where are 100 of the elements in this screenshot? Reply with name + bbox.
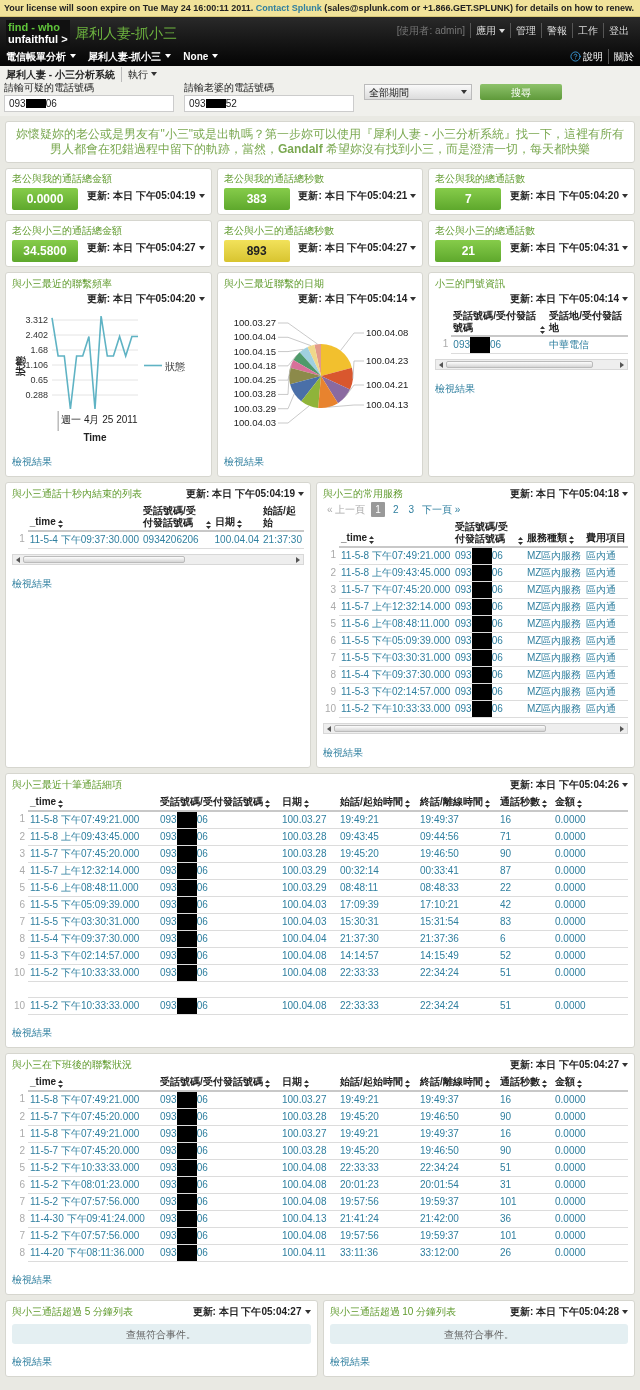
- view-results-link[interactable]: 檢視結果: [12, 578, 52, 589]
- sort-icon[interactable]: [58, 800, 64, 808]
- sort-icon[interactable]: [304, 1080, 309, 1088]
- updated-time: 更新: 本日 下午05:04:19: [86, 189, 196, 203]
- phone-prefix: 093: [454, 566, 472, 580]
- top-link[interactable]: 登出: [609, 23, 629, 38]
- nav-menu[interactable]: 電信帳單分析: [6, 48, 66, 64]
- column-header[interactable]: 受話號碼/受付發話號碼: [453, 310, 539, 334]
- top-link[interactable]: 管理: [516, 23, 536, 38]
- sort-icon[interactable]: [517, 537, 523, 545]
- row-number: 6: [330, 634, 336, 646]
- horizontal-scrollbar[interactable]: [323, 723, 628, 734]
- phone-prefix: 093: [160, 1127, 177, 1141]
- view-results-link[interactable]: 檢視結果: [12, 1274, 52, 1285]
- redaction-bar: [176, 1160, 197, 1176]
- sort-icon[interactable]: [542, 1080, 547, 1088]
- top-link[interactable]: 警報: [547, 23, 567, 38]
- column-header[interactable]: 受話號碼/受付發話號碼: [454, 521, 516, 545]
- sort-icon[interactable]: [369, 536, 375, 544]
- row-number: 1: [330, 549, 336, 560]
- column-header[interactable]: 費用項目: [585, 532, 626, 544]
- top-link[interactable]: 應用: [476, 23, 496, 38]
- nav-menu[interactable]: 犀利人妻-抓小三: [88, 48, 162, 64]
- sort-icon[interactable]: [577, 1080, 582, 1088]
- column-header[interactable]: 日期: [214, 516, 235, 528]
- app-logo[interactable]: find - who unfaithful >: [6, 20, 70, 46]
- sort-icon[interactable]: [577, 800, 582, 808]
- caret-icon: [165, 54, 172, 58]
- table-cell: 0.0000: [555, 1213, 586, 1224]
- column-header[interactable]: 終話/離線時間: [420, 1076, 483, 1088]
- sort-icon[interactable]: [484, 1080, 490, 1088]
- sort-icon[interactable]: [404, 1080, 410, 1088]
- column-header[interactable]: 受話地/受付發話地: [549, 310, 626, 334]
- sort-icon[interactable]: [264, 1080, 270, 1088]
- table-cell: 16: [500, 1128, 512, 1139]
- sort-icon[interactable]: [205, 521, 211, 529]
- sort-icon[interactable]: [304, 800, 309, 808]
- page-link[interactable]: 3: [406, 501, 417, 517]
- time-range-select[interactable]: 全部期間: [364, 84, 472, 100]
- about-link[interactable]: 關於: [608, 48, 634, 64]
- column-header[interactable]: 金額: [555, 1076, 575, 1088]
- table-cell: 42: [500, 899, 512, 910]
- table-cell: 11-5-8 下午07:49:21.000: [30, 1094, 140, 1105]
- phone-prefix: 093: [454, 702, 472, 716]
- column-header[interactable]: 受話號碼/受付發話號碼: [160, 796, 263, 808]
- horizontal-scrollbar[interactable]: [435, 359, 628, 370]
- column-header[interactable]: 金額: [555, 796, 575, 808]
- view-results-link[interactable]: 檢視結果: [12, 1356, 52, 1367]
- column-header[interactable]: _time: [341, 532, 368, 544]
- column-header[interactable]: 始話/起始時間: [340, 1076, 403, 1088]
- column-header[interactable]: _time: [30, 796, 57, 808]
- sort-icon[interactable]: [236, 520, 242, 528]
- column-header[interactable]: _time: [29, 516, 56, 528]
- sort-icon[interactable]: [540, 326, 546, 334]
- view-results-link[interactable]: 檢視結果: [223, 456, 264, 467]
- sort-icon[interactable]: [57, 520, 63, 528]
- column-header[interactable]: 日期: [282, 1076, 302, 1088]
- column-header[interactable]: 始話/起始時間: [340, 796, 403, 808]
- view-results-link[interactable]: 檢視結果: [12, 456, 52, 467]
- table-cell: 100.03.27: [282, 1094, 327, 1105]
- column-header[interactable]: 始話/起始: [263, 505, 302, 529]
- updated-time: 更新: 本日 下午05:04:27: [86, 241, 196, 255]
- column-header[interactable]: 受話號碼/受付發話號碼: [143, 505, 204, 529]
- column-header[interactable]: 受話號碼/受付發話號碼: [160, 1076, 263, 1088]
- caret-icon: [212, 54, 219, 58]
- contact-link[interactable]: Contact Splunk: [255, 3, 322, 13]
- sort-icon[interactable]: [484, 800, 490, 808]
- help-link[interactable]: 說明: [583, 48, 608, 64]
- column-header[interactable]: 通話秒數: [500, 796, 540, 808]
- view-results-link[interactable]: 檢視結果: [435, 383, 476, 394]
- column-header[interactable]: 日期: [282, 796, 302, 808]
- input-field[interactable]: 093 52: [184, 95, 354, 112]
- column-header[interactable]: 服務種類: [526, 532, 567, 544]
- actions-menu[interactable]: 執行: [127, 66, 148, 82]
- phone-prefix: 093: [160, 932, 177, 946]
- nav-menu[interactable]: None: [183, 48, 209, 64]
- view-results-link[interactable]: 檢視結果: [12, 1027, 52, 1038]
- column-header[interactable]: _time: [30, 1076, 57, 1088]
- row-number: 10: [13, 966, 25, 978]
- view-results-link[interactable]: 檢視結果: [329, 1356, 370, 1367]
- view-results-link[interactable]: 檢視結果: [323, 747, 363, 758]
- column-header[interactable]: 終話/離線時間: [420, 796, 483, 808]
- page-link[interactable]: 2: [390, 501, 401, 517]
- horizontal-scrollbar[interactable]: [12, 554, 304, 565]
- sort-icon[interactable]: [58, 1080, 64, 1088]
- sort-icon[interactable]: [404, 800, 410, 808]
- input-field[interactable]: 093 06: [4, 95, 174, 112]
- sort-icon[interactable]: [264, 800, 270, 808]
- sort-icon[interactable]: [568, 536, 574, 544]
- top-link[interactable]: 工作: [578, 23, 598, 38]
- sort-icon[interactable]: [542, 800, 547, 808]
- phone-suffix: 06: [196, 932, 208, 946]
- next-page-link[interactable]: 下一頁 »: [422, 501, 461, 517]
- table-cell: 22: [500, 882, 512, 893]
- table-cell: MZ區內服務: [526, 550, 582, 561]
- phone-suffix: 06: [196, 898, 208, 912]
- table-cell: MZ區內服務: [526, 584, 582, 595]
- column-header[interactable]: 通話秒數: [500, 1076, 540, 1088]
- phone-suffix: 06: [491, 634, 503, 648]
- phone-prefix: 093: [160, 830, 177, 844]
